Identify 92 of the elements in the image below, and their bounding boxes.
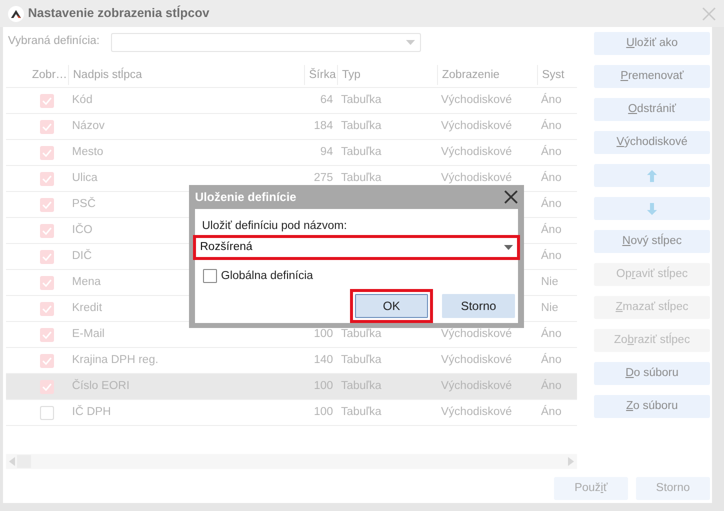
table-cell: Kód [72,94,92,106]
move-down-button[interactable] [594,197,710,220]
table-cell: Tabuľka [341,354,382,366]
button[interactable]: Zo súboru [594,395,710,418]
checkbox[interactable] [40,120,54,134]
app-logo-icon [8,6,24,22]
table-cell: 94 [320,146,333,158]
scroll-right-icon[interactable] [568,457,574,466]
table-cell: 275 [314,172,333,184]
table-cell: 100 [314,406,333,418]
checkbox[interactable] [40,302,54,316]
table-cell: Východiskové [441,146,512,158]
table-cell: Názov [72,120,105,132]
checkbox[interactable] [40,224,54,238]
button[interactable]: Storno [636,477,710,500]
button[interactable]: Uložiť ako [594,32,710,55]
column-header[interactable]: Šírka [304,64,337,84]
checkbox-label: Globálna definícia [221,268,314,284]
table-cell: Nie [541,276,558,288]
checkbox[interactable] [40,198,54,212]
table-cell: IČ DPH [72,406,111,418]
table-cell: Áno [541,328,562,340]
button[interactable]: Storno [442,294,515,318]
definition-dropdown[interactable] [111,32,421,52]
column-header[interactable]: Nadpis stĺpca [68,64,304,84]
table-cell: Východiskové [441,94,512,106]
table-cell: Tabuľka [341,146,382,158]
table-cell: 64 [320,94,333,106]
table-cell: Mesto [72,146,104,158]
window-title: Nastavenie zobrazenia stĺpcov [28,4,210,22]
button[interactable]: Premenovať [594,65,710,88]
text-input[interactable]: Rozšírená [200,238,504,256]
scroll-left-icon[interactable] [9,457,15,466]
checkbox[interactable] [40,380,54,394]
table-cell: Áno [541,354,562,366]
column-header[interactable]: Zobr… [28,64,68,84]
table-cell: IČO [72,224,92,236]
table-cell: 140 [314,354,333,366]
table-cell: Východiskové [441,172,512,184]
checkbox[interactable] [40,354,54,368]
table-cell: Mena [72,276,101,288]
table-cell: Tabuľka [341,172,382,184]
field-label: Vybraná definícia: [7,34,101,50]
arrow-down-icon [647,202,657,214]
button[interactable]: Nový stĺpec [594,230,710,253]
table-cell: Áno [541,406,562,418]
close-button[interactable] [504,190,518,204]
column-header[interactable]: Syst [537,64,580,84]
move-up-button[interactable] [594,164,710,187]
table-cell: Áno [541,172,562,184]
table-cell: Východiskové [441,328,512,340]
button[interactable]: Východiskové [594,131,710,154]
table-cell: Tabuľka [341,94,382,106]
table-cell: 100 [314,328,333,340]
table-cell: Áno [541,120,562,132]
checkbox[interactable] [40,172,54,186]
arrow-up-icon [647,170,657,182]
field-label: Uložiť definíciu pod názvom: [201,218,348,234]
table-cell: Ulica [72,172,98,184]
button[interactable]: Použiť [554,477,628,500]
checkbox[interactable] [40,94,54,108]
checkbox[interactable] [40,250,54,264]
table-cell: Áno [541,250,562,262]
checkbox[interactable] [40,276,54,290]
table-cell: E-Mail [72,328,105,340]
dialog-title: Uloženie definície [195,188,296,206]
table-cell: PSČ [72,198,96,210]
table-cell: Tabuľka [341,328,382,340]
checkbox[interactable] [40,146,54,160]
column-header[interactable]: Zobrazenie [437,64,537,84]
column-header[interactable]: Typ [337,64,437,84]
name-dropdown[interactable]: Rozšírená [195,236,518,258]
table-cell: DIČ [72,250,92,262]
table-cell: Nie [541,302,558,314]
checkbox[interactable] [40,328,54,342]
table-cell: Áno [541,94,562,106]
table-cell: Tabuľka [341,406,382,418]
table-cell: Krajina DPH reg. [72,354,158,366]
table-cell: Kredit [72,302,102,314]
table-cell: 184 [314,120,333,132]
table-cell: Áno [541,146,562,158]
caret-icon[interactable] [504,244,513,250]
checkbox[interactable] [203,269,217,284]
button[interactable]: Odstrániť [594,98,710,121]
table-cell: Východiskové [441,354,512,366]
table-cell: Východiskové [441,406,512,418]
button[interactable]: OK [355,294,428,318]
button[interactable]: Do súboru [594,362,710,385]
table-cell: Tabuľka [341,120,382,132]
table-cell: Východiskové [441,120,512,132]
table-cell: Áno [541,224,562,236]
table-cell: Áno [541,198,562,210]
